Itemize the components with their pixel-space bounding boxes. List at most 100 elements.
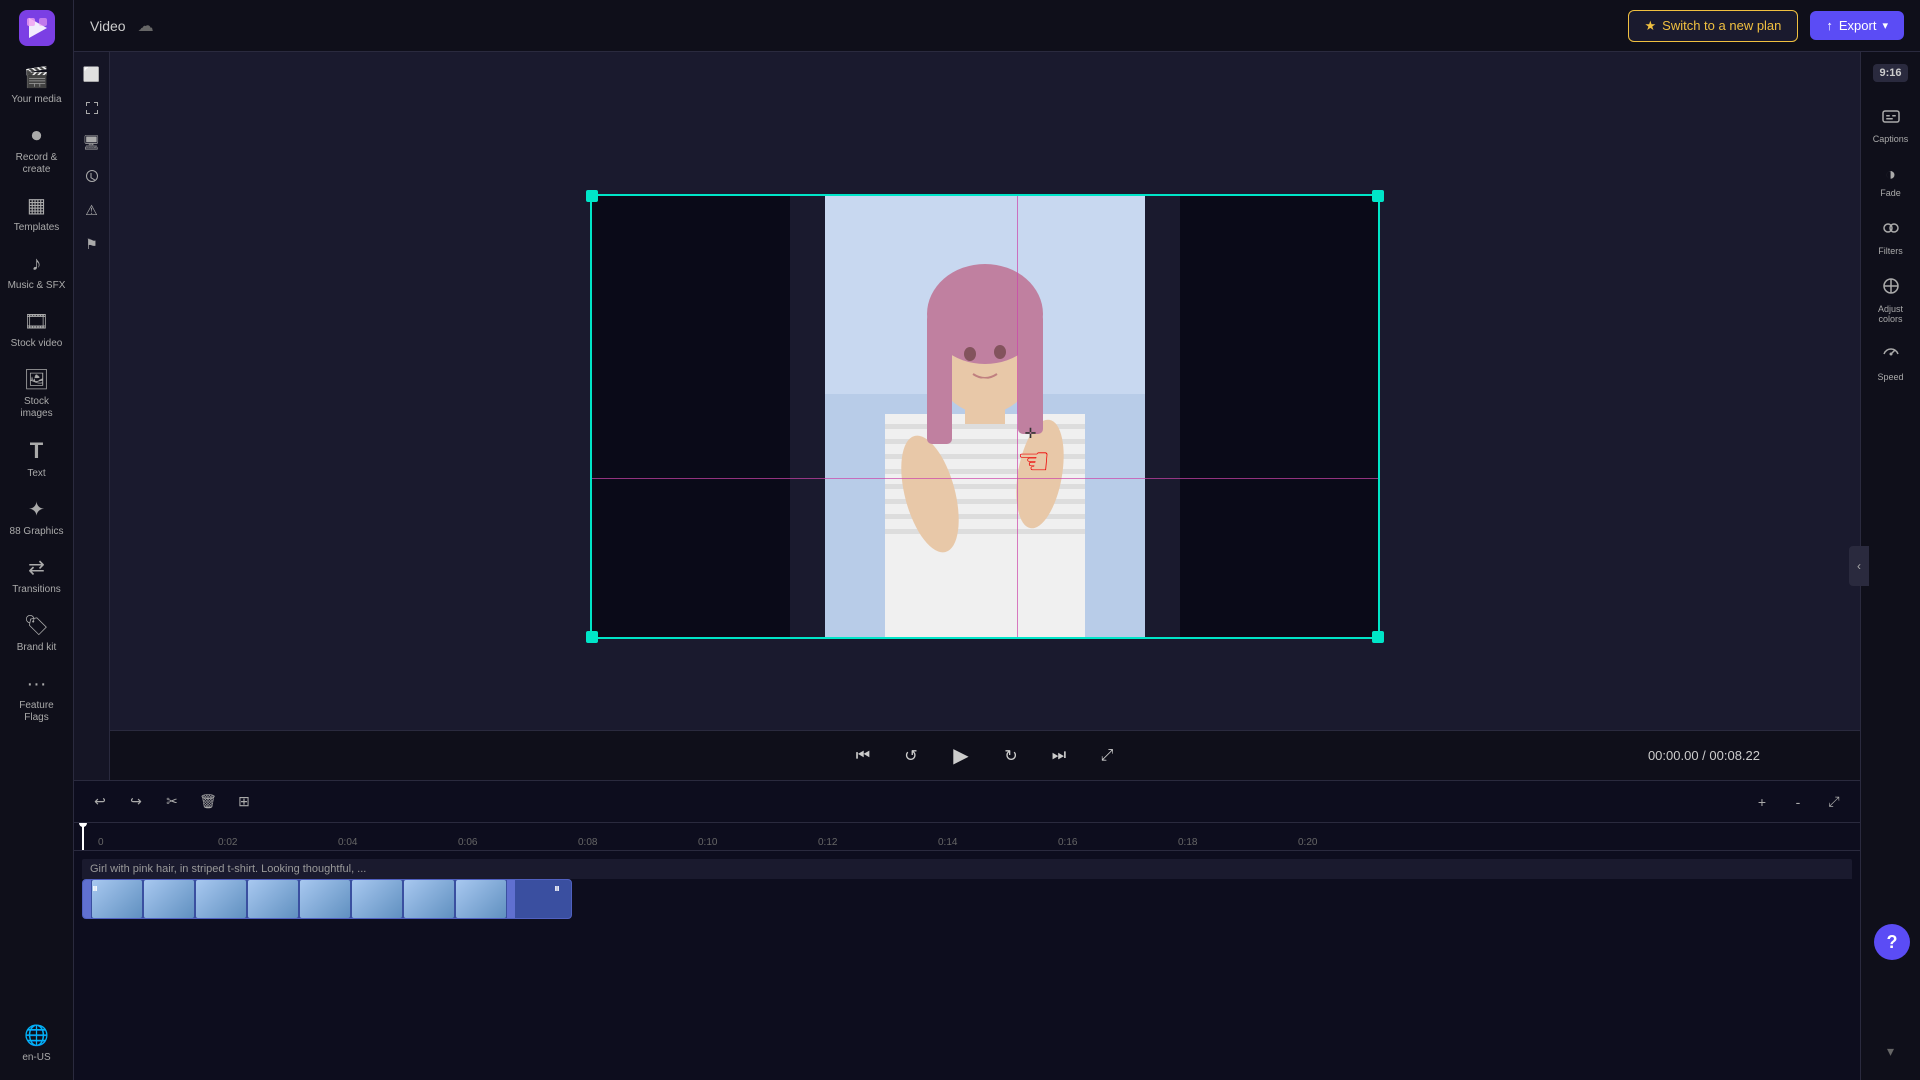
- text-icon: T: [30, 438, 43, 464]
- timeline-ruler: 0 0:02 0:04 0:06 0:08 0:10 0:12 0:14 0:1…: [74, 823, 1860, 851]
- right-panel-chevron-down[interactable]: ▾: [1887, 1043, 1894, 1060]
- app-logo[interactable]: [17, 8, 57, 48]
- clip-handle-right[interactable]: [507, 880, 515, 918]
- canvas-grid-horizontal: [590, 478, 1380, 479]
- canvas-area: ✛ ☜: [110, 52, 1860, 780]
- sidebar-item-language[interactable]: 🌐 en-US: [3, 1016, 71, 1072]
- timeline: ↩ ↪ ✂ 🗑 ⊞ + - ⤢ 0 0:02 0:04 0:06 0:08 0:…: [74, 780, 1860, 1080]
- clip-thumbnail-1: [92, 880, 142, 918]
- right-panel-collapse-button[interactable]: ‹: [1849, 546, 1869, 586]
- video-clip[interactable]: [82, 879, 572, 919]
- rewind-button[interactable]: ↺: [895, 740, 927, 772]
- clip-handle-left[interactable]: [83, 880, 91, 918]
- sidebar-item-record-create[interactable]: ⏺ Record & create: [3, 116, 71, 184]
- stock-images-icon: 🖼: [24, 368, 49, 392]
- video-preview[interactable]: [825, 194, 1145, 639]
- sidebar-item-graphics[interactable]: ✦ 88 Graphics: [3, 490, 71, 546]
- filters-panel-item[interactable]: Filters: [1864, 210, 1918, 264]
- canvas-wrapper: ✛ ☜: [590, 194, 1380, 639]
- transitions-icon: ⇄: [28, 556, 45, 580]
- language-icon: 🌐: [24, 1024, 49, 1048]
- sidebar-item-text[interactable]: T Text: [3, 430, 71, 488]
- fade-panel-item[interactable]: ◑ Fade: [1864, 156, 1918, 206]
- music-icon: ♪: [32, 252, 42, 276]
- graphics-icon: ✦: [28, 498, 45, 522]
- history-tool-button[interactable]: [78, 162, 106, 190]
- clip-thumbnail-7: [404, 880, 454, 918]
- canvas-grid-vertical: [1017, 194, 1018, 639]
- crop-tool-button[interactable]: ⬜: [78, 60, 106, 88]
- timeline-zoom-controls: + - ⤢: [1748, 788, 1848, 816]
- upload-icon: ↑: [1826, 18, 1833, 33]
- duplicate-button[interactable]: ⊞: [230, 788, 258, 816]
- templates-icon: ▦: [27, 194, 46, 218]
- sidebar-item-feature-flags[interactable]: ··· Feature Flags: [3, 664, 71, 732]
- delete-button[interactable]: 🗑: [194, 788, 222, 816]
- timeline-toolbar: ↩ ↪ ✂ 🗑 ⊞ + - ⤢: [74, 781, 1860, 823]
- export-button[interactable]: ↑ Export ▾: [1810, 11, 1904, 40]
- speed-icon: [1881, 344, 1901, 369]
- undo-button[interactable]: ↩: [86, 788, 114, 816]
- play-button[interactable]: ▶: [943, 738, 979, 774]
- clip-thumbnail-8: [456, 880, 506, 918]
- zoom-in-button[interactable]: +: [1748, 788, 1776, 816]
- canvas-black-left: [590, 194, 790, 639]
- sidebar-item-your-media[interactable]: 🎬 Your media: [3, 58, 71, 114]
- fullscreen-button[interactable]: ⤢: [1091, 740, 1123, 772]
- sidebar-item-brand-kit[interactable]: 🏷 Brand kit: [3, 606, 71, 662]
- sidebar-item-templates[interactable]: ▦ Templates: [3, 186, 71, 242]
- captions-icon: [1881, 106, 1901, 131]
- topbar-title: Video: [90, 18, 126, 34]
- canvas-black-right: [1180, 194, 1380, 639]
- adjust-colors-icon: [1881, 276, 1901, 301]
- clip-pause-right: ⏸: [554, 881, 560, 896]
- fade-icon: ◑: [1885, 164, 1896, 185]
- playhead[interactable]: [82, 823, 84, 850]
- clip-thumbnail-2: [144, 880, 194, 918]
- playback-controls: ⏮ ↺ ▶ ↻ ⏭ ⤢ 00:00.00 / 00:08.22: [110, 730, 1860, 780]
- switch-plan-button[interactable]: ★ Switch to a new plan: [1628, 10, 1799, 42]
- sidebar-item-stock-images[interactable]: 🖼 Stock images: [3, 360, 71, 428]
- help-button[interactable]: ?: [1874, 924, 1910, 960]
- record-icon: ⏺: [32, 124, 42, 148]
- timeline-expand-button[interactable]: ⤢: [1820, 788, 1848, 816]
- transform-tool-button[interactable]: [78, 94, 106, 122]
- adjust-colors-panel-item[interactable]: Adjust colors: [1864, 268, 1918, 332]
- clip-thumbnail-3: [196, 880, 246, 918]
- sidebar-item-transitions[interactable]: ⇄ Transitions: [3, 548, 71, 604]
- captions-panel-item[interactable]: Captions: [1864, 98, 1918, 152]
- redo-button[interactable]: ↪: [122, 788, 150, 816]
- fast-forward-button[interactable]: ↻: [995, 740, 1027, 772]
- sidebar-item-stock-video[interactable]: 🎞 Stock video: [3, 302, 71, 358]
- speed-panel-item[interactable]: Speed: [1864, 336, 1918, 390]
- alert-tool-button[interactable]: ⚠: [78, 196, 106, 224]
- clip-thumbnail-4: [248, 880, 298, 918]
- canvas-toolbar: ⬜ 🖥 ⚠ ⚑: [74, 52, 110, 780]
- skip-to-end-button[interactable]: ⏭: [1043, 740, 1075, 772]
- cut-button[interactable]: ✂: [158, 788, 186, 816]
- crown-icon: ★: [1645, 18, 1657, 34]
- stock-video-icon: 🎞: [24, 310, 49, 334]
- video-content-svg: [825, 194, 1145, 639]
- feature-flags-icon: ···: [27, 672, 47, 696]
- clip-thumbnail-6: [352, 880, 402, 918]
- brand-icon: 🏷: [24, 614, 49, 638]
- playhead-dot: [79, 823, 87, 827]
- flag-tool-button[interactable]: ⚑: [78, 230, 106, 258]
- export-chevron-icon: ▾: [1882, 19, 1888, 32]
- sidebar: 🎬 Your media ⏺ Record & create ▦ Templat…: [0, 0, 74, 1080]
- cloud-save-icon[interactable]: ☁: [138, 16, 154, 36]
- aspect-ratio-badge[interactable]: 9:16: [1873, 64, 1907, 82]
- screen-tool-button[interactable]: 🖥: [78, 128, 106, 156]
- topbar: Video ☁ ★ Switch to a new plan ↑ Export …: [74, 0, 1920, 52]
- filters-icon: [1881, 218, 1901, 243]
- time-display: 00:00.00 / 00:08.22: [1648, 748, 1760, 763]
- skip-to-start-button[interactable]: ⏮: [847, 740, 879, 772]
- clip-pause-left: ⏸: [92, 881, 98, 896]
- clip-description-bar: Girl with pink hair, in striped t-shirt.…: [82, 859, 1852, 879]
- sidebar-item-music-sfx[interactable]: ♪ Music & SFX: [3, 244, 71, 300]
- clip-thumbnail-5: [300, 880, 350, 918]
- timeline-tracks: Girl with pink hair, in striped t-shirt.…: [74, 851, 1860, 1080]
- video-background: [825, 194, 1145, 639]
- zoom-out-button[interactable]: -: [1784, 788, 1812, 816]
